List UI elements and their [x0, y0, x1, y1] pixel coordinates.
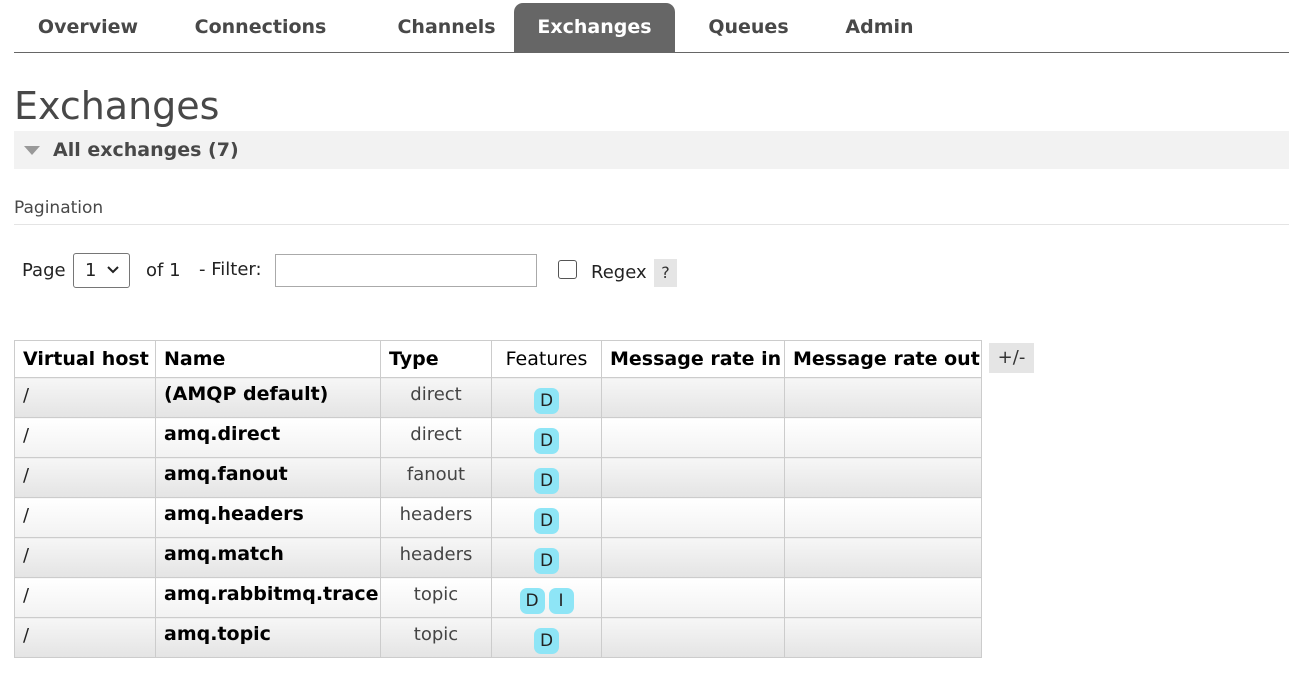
- type-cell: direct: [380, 377, 492, 418]
- page-select[interactable]: 1: [73, 253, 130, 288]
- feature-badge: D: [534, 467, 559, 494]
- tab-admin[interactable]: Admin: [829, 3, 930, 52]
- type-cell: headers: [380, 537, 492, 578]
- message-rate-out-cell: [784, 377, 982, 418]
- feature-badge: I: [548, 587, 574, 614]
- table-row[interactable]: / (AMQP default) direct D: [14, 377, 982, 418]
- tab-queues[interactable]: Queues: [694, 3, 803, 52]
- type-cell: topic: [380, 577, 492, 618]
- features-cell: DI: [491, 577, 602, 618]
- top-nav: Overview Connections Channels Exchanges …: [14, 3, 1289, 53]
- table-row[interactable]: / amq.match headers D: [14, 537, 982, 578]
- exchange-name-link[interactable]: amq.match: [155, 537, 381, 578]
- message-rate-out-cell: [784, 457, 982, 498]
- exchange-name-link[interactable]: amq.headers: [155, 497, 381, 538]
- vhost-cell: /: [14, 577, 156, 618]
- exchange-name-link[interactable]: amq.direct: [155, 417, 381, 458]
- columns-toggle-button[interactable]: +/-: [989, 343, 1034, 373]
- vhost-cell: /: [14, 457, 156, 498]
- regex-label: Regex: [591, 262, 647, 283]
- regex-help-button[interactable]: ?: [654, 259, 677, 287]
- vhost-cell: /: [14, 617, 156, 658]
- pagination-heading: Pagination: [14, 198, 1289, 225]
- filter-label: - Filter:: [199, 259, 262, 280]
- tab-exchanges[interactable]: Exchanges: [514, 3, 675, 52]
- features-cell: D: [491, 457, 602, 498]
- tab-channels[interactable]: Channels: [369, 3, 524, 52]
- page-select-value: 1: [85, 260, 97, 281]
- table-header-row: Virtual host Name Type Features Message …: [14, 340, 982, 378]
- type-cell: topic: [380, 617, 492, 658]
- message-rate-out-cell: [784, 497, 982, 538]
- type-cell: headers: [380, 497, 492, 538]
- feature-badge: D: [534, 547, 559, 574]
- tab-connections[interactable]: Connections: [174, 3, 347, 52]
- vhost-cell: /: [14, 537, 156, 578]
- tab-overview[interactable]: Overview: [14, 3, 162, 52]
- vhost-cell: /: [14, 377, 156, 418]
- table-row[interactable]: / amq.direct direct D: [14, 417, 982, 458]
- table-row[interactable]: / amq.topic topic D: [14, 617, 982, 658]
- vhost-cell: /: [14, 497, 156, 538]
- column-header-message-rate-out: Message rate out: [784, 340, 982, 378]
- features-cell: D: [491, 377, 602, 418]
- regex-checkbox[interactable]: [558, 260, 577, 279]
- column-header-virtual-host: Virtual host: [14, 340, 156, 378]
- message-rate-in-cell: [601, 537, 785, 578]
- page-count-label: of 1: [146, 260, 181, 281]
- message-rate-in-cell: [601, 617, 785, 658]
- table-row[interactable]: / amq.rabbitmq.trace topic D I: [14, 577, 982, 618]
- chevron-down-icon: [107, 266, 119, 274]
- message-rate-out-cell: [784, 617, 982, 658]
- message-rate-in-cell: [601, 497, 785, 538]
- vhost-cell: /: [14, 417, 156, 458]
- message-rate-in-cell: [601, 457, 785, 498]
- features-cell: D: [491, 617, 602, 658]
- features-cell: D: [491, 537, 602, 578]
- message-rate-out-cell: [784, 537, 982, 578]
- table-row[interactable]: / amq.fanout fanout D: [14, 457, 982, 498]
- exchange-name-link[interactable]: (AMQP default): [155, 377, 381, 418]
- column-header-features: Features: [491, 340, 602, 378]
- features-cell: D: [491, 417, 602, 458]
- column-header-type: Type: [380, 340, 492, 378]
- feature-badge: D: [534, 627, 559, 654]
- collapse-triangle-icon: [24, 146, 40, 155]
- exchanges-table: Virtual host Name Type Features Message …: [14, 340, 982, 658]
- message-rate-in-cell: [601, 577, 785, 618]
- exchange-name-link[interactable]: amq.topic: [155, 617, 381, 658]
- message-rate-out-cell: [784, 577, 982, 618]
- filter-input[interactable]: [275, 254, 537, 287]
- message-rate-in-cell: [601, 377, 785, 418]
- exchange-name-link[interactable]: amq.fanout: [155, 457, 381, 498]
- all-exchanges-section-toggle[interactable]: All exchanges (7): [14, 131, 1289, 169]
- feature-badge: D: [534, 507, 559, 534]
- feature-badge: D: [534, 387, 559, 414]
- table-row[interactable]: / amq.headers headers D: [14, 497, 982, 538]
- type-cell: fanout: [380, 457, 492, 498]
- exchange-name-link[interactable]: amq.rabbitmq.trace: [155, 577, 381, 618]
- message-rate-out-cell: [784, 417, 982, 458]
- page-title: Exchanges: [14, 84, 220, 128]
- type-cell: direct: [380, 417, 492, 458]
- message-rate-in-cell: [601, 417, 785, 458]
- section-title: All exchanges (7): [53, 139, 239, 161]
- features-cell: D: [491, 497, 602, 538]
- feature-badge: D: [534, 427, 559, 454]
- column-header-name: Name: [155, 340, 381, 378]
- page-label: Page: [22, 260, 66, 281]
- feature-badge: D: [519, 587, 545, 614]
- column-header-message-rate-in: Message rate in: [601, 340, 785, 378]
